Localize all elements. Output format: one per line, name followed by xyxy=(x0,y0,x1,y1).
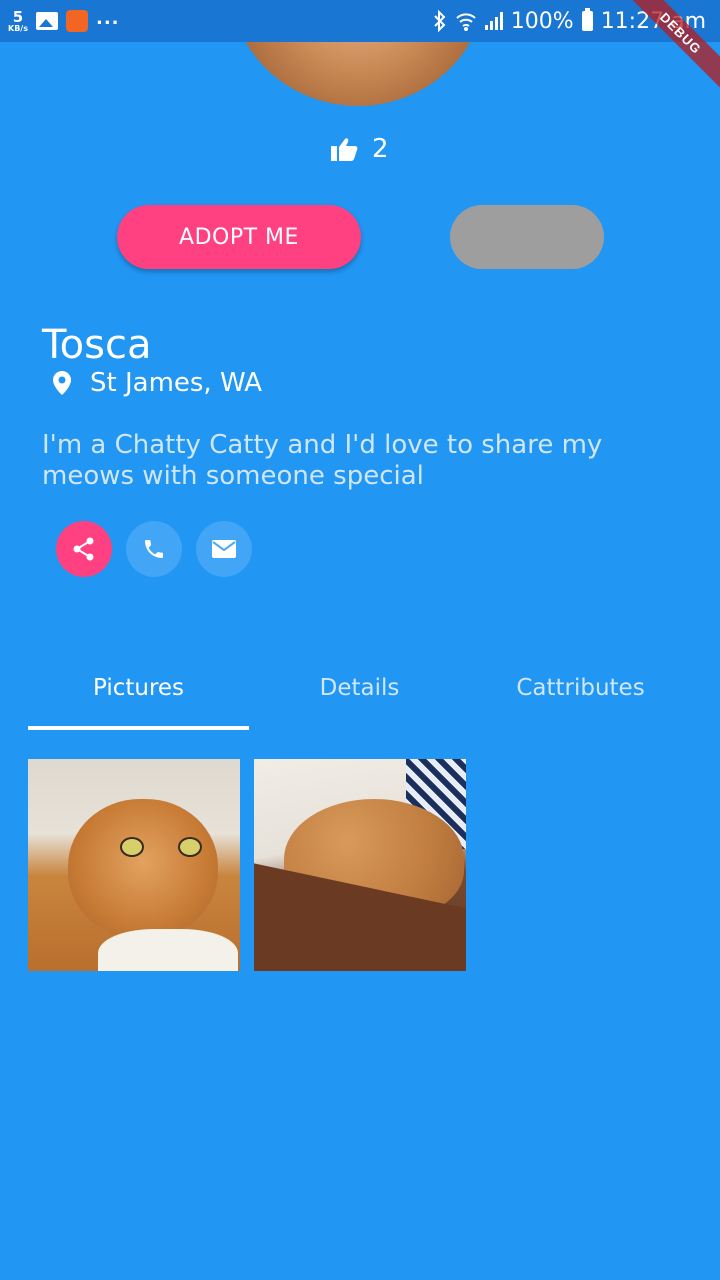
location-text: St James, WA xyxy=(90,368,263,398)
photo-cat-chest xyxy=(98,929,238,971)
wifi-icon xyxy=(456,13,476,31)
photo-cat-face xyxy=(68,799,218,939)
pet-photo[interactable] xyxy=(254,759,466,971)
thumb-up-icon xyxy=(331,138,358,161)
pet-profile-screen: 5 KB/s ... 100% 11:27 am DEBUG 2 ADOPT M… xyxy=(0,0,720,1280)
network-speed-unit: KB/s xyxy=(8,23,28,33)
image-notification-icon xyxy=(35,12,58,30)
status-left: 5 KB/s ... xyxy=(8,0,120,42)
photo-grid xyxy=(28,759,466,971)
cell-signal-icon xyxy=(484,12,503,30)
pet-bio: I'm a Chatty Catty and I'd love to share… xyxy=(42,430,603,491)
adopt-me-button[interactable]: ADOPT ME xyxy=(117,205,361,269)
network-speed-value: 5 xyxy=(12,7,24,26)
pet-location: St James, WA xyxy=(52,368,262,398)
bluetooth-icon xyxy=(434,10,446,32)
photo-cat-eye xyxy=(120,837,144,857)
email-button[interactable] xyxy=(196,521,252,577)
tab-details[interactable]: Details xyxy=(249,660,470,732)
location-pin-icon xyxy=(53,371,71,395)
likes-count: 2 xyxy=(372,134,389,164)
call-button[interactable] xyxy=(126,521,182,577)
app-notification-icon xyxy=(65,10,88,32)
photo-cat-eye xyxy=(178,837,202,857)
battery-percent: 100% xyxy=(510,8,574,34)
pet-name: Tosca xyxy=(42,322,152,368)
secondary-button[interactable] xyxy=(450,205,604,269)
share-icon xyxy=(73,537,94,561)
status-bar: 5 KB/s ... 100% 11:27 am xyxy=(0,0,720,42)
profile-tabs: Pictures Details Cattributes xyxy=(28,660,691,732)
contact-actions xyxy=(56,521,252,577)
battery-icon xyxy=(581,8,593,31)
tab-cattributes[interactable]: Cattributes xyxy=(470,660,691,732)
phone-icon xyxy=(145,540,163,558)
tab-pictures[interactable]: Pictures xyxy=(28,660,249,732)
likes-counter[interactable]: 2 xyxy=(330,134,389,164)
pet-photo[interactable] xyxy=(28,759,240,971)
network-speed: 5 KB/s xyxy=(8,7,28,33)
share-button[interactable] xyxy=(56,521,112,577)
email-icon xyxy=(212,540,236,558)
more-notifications: ... xyxy=(95,7,120,29)
